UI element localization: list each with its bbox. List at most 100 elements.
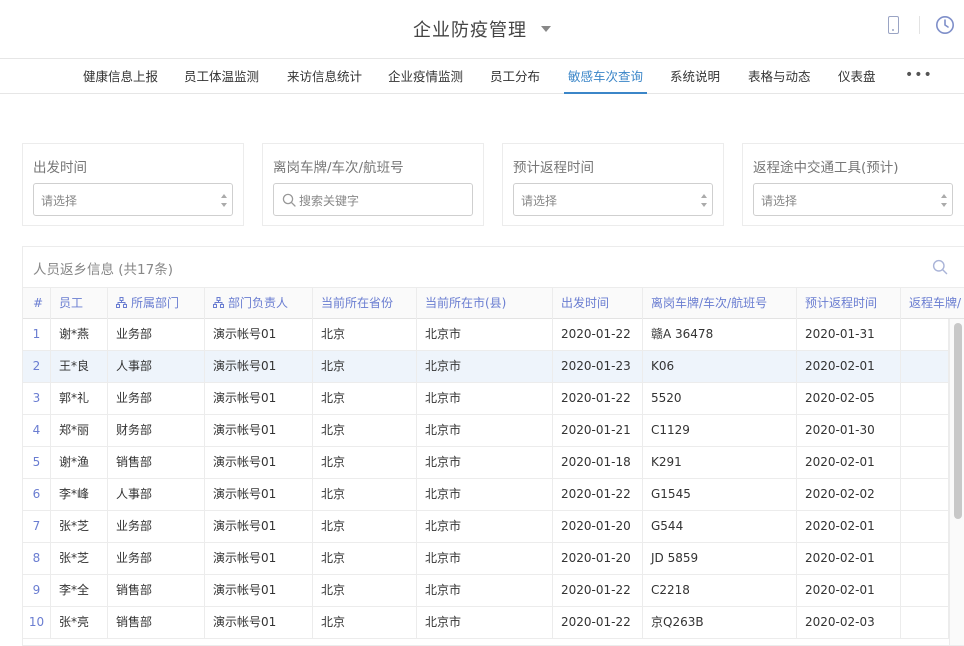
tab-visitors[interactable]: 来访信息统计 [287, 60, 362, 94]
cell-index: 4 [23, 415, 51, 446]
cell-department: 财务部 [108, 415, 205, 446]
column-header-label: 部门负责人 [228, 296, 289, 310]
select-placeholder: 请选择 [41, 194, 78, 208]
departure-time-select[interactable]: 请选择 [33, 183, 233, 216]
tab-dashboard[interactable]: 仪表盘 [838, 60, 876, 94]
cell-city: 北京市 [417, 575, 553, 606]
select-arrows-icon [941, 194, 948, 207]
cell-manager: 演示帐号01 [205, 383, 313, 414]
cell-city: 北京市 [417, 511, 553, 542]
cell-departure-time: 2020-01-20 [553, 511, 643, 542]
cell-manager: 演示帐号01 [205, 511, 313, 542]
cell-province: 北京 [313, 319, 417, 350]
table-row[interactable]: 9 李*全 销售部 演示帐号01 北京 北京市 2020-01-22 C2218 2020-02… [23, 575, 949, 607]
filter-return-time: 预计返程时间 请选择 [502, 143, 724, 226]
cell-employee: 郭*礼 [51, 383, 108, 414]
clock-icon[interactable] [935, 15, 955, 35]
cell-employee: 郑*丽 [51, 415, 108, 446]
cell-province: 北京 [313, 511, 417, 542]
table-row[interactable]: 3 郭*礼 业务部 演示帐号01 北京 北京市 2020-01-22 5520 2020-02-… [23, 383, 949, 415]
table-row[interactable]: 2 王*良 人事部 演示帐号01 北京 北京市 2020-01-23 K06 2020-02-0… [23, 351, 949, 383]
column-header-return-vehicle[interactable]: 返程车牌/ [901, 288, 964, 319]
cell-return-time: 2020-01-31 [797, 319, 901, 350]
cell-department: 业务部 [108, 383, 205, 414]
select-arrows-icon [701, 194, 708, 207]
column-header-index[interactable]: # [23, 288, 51, 319]
table-row[interactable]: 5 谢*渔 销售部 演示帐号01 北京 北京市 2020-01-18 K291 2020-02-… [23, 447, 949, 479]
cell-departure-time: 2020-01-23 [553, 351, 643, 382]
cell-departure-time: 2020-01-22 [553, 479, 643, 510]
tab-distribution[interactable]: 员工分布 [490, 60, 540, 94]
cell-return-time: 2020-02-01 [797, 543, 901, 574]
scrollbar-thumb[interactable] [954, 323, 962, 519]
cell-manager: 演示帐号01 [205, 607, 313, 638]
table-row[interactable]: 10 张*亮 销售部 演示帐号01 北京 北京市 2020-01-22 京Q263B 2020-… [23, 607, 949, 639]
cell-return-time: 2020-02-05 [797, 383, 901, 414]
cell-trip-number: C1129 [643, 415, 797, 446]
return-time-select[interactable]: 请选择 [513, 183, 713, 216]
cell-employee: 李*全 [51, 575, 108, 606]
tab-tables-dynamics[interactable]: 表格与动态 [748, 60, 811, 94]
search-placeholder: 搜索关键字 [299, 194, 360, 208]
cell-province: 北京 [313, 543, 417, 574]
filter-departure-time: 出发时间 请选择 [22, 143, 244, 226]
app-title: 企业防疫管理 [413, 20, 527, 41]
table-row[interactable]: 7 张*芝 业务部 演示帐号01 北京 北京市 2020-01-20 G544 2020-02-… [23, 511, 949, 543]
app-title-switcher[interactable]: 企业防疫管理 [0, 16, 964, 42]
cell-city: 北京市 [417, 447, 553, 478]
tab-health-report[interactable]: 健康信息上报 [83, 60, 158, 94]
cell-trip-number: K291 [643, 447, 797, 478]
cell-index: 3 [23, 383, 51, 414]
cell-return-vehicle [901, 351, 949, 382]
more-tabs-button[interactable]: ••• [905, 60, 933, 94]
trip-number-search-input[interactable]: 搜索关键字 [273, 183, 473, 216]
org-chart-icon [213, 297, 224, 308]
cell-index: 7 [23, 511, 51, 542]
table-row[interactable]: 4 郑*丽 财务部 演示帐号01 北京 北京市 2020-01-21 C1129 2020-01… [23, 415, 949, 447]
tab-system-info[interactable]: 系统说明 [670, 60, 720, 94]
cell-return-time: 2020-02-01 [797, 575, 901, 606]
tab-temperature[interactable]: 员工体温监测 [184, 60, 259, 94]
cell-city: 北京市 [417, 415, 553, 446]
return-transport-select[interactable]: 请选择 [753, 183, 953, 216]
column-header-city[interactable]: 当前所在市(县) [417, 288, 553, 319]
filter-return-transport: 返程途中交通工具(预计) 请选择 [742, 143, 964, 226]
column-header-label: 所属部门 [131, 296, 180, 310]
cell-departure-time: 2020-01-22 [553, 575, 643, 606]
cell-trip-number: 赣A 36478 [643, 319, 797, 350]
cell-department: 人事部 [108, 479, 205, 510]
cell-province: 北京 [313, 351, 417, 382]
select-placeholder: 请选择 [761, 194, 798, 208]
chevron-down-icon[interactable] [541, 26, 551, 32]
table-row[interactable]: 6 李*峰 人事部 演示帐号01 北京 北京市 2020-01-22 G1545 2020-02… [23, 479, 949, 511]
column-header-departure-time[interactable]: 出发时间 [553, 288, 643, 319]
cell-return-vehicle [901, 575, 949, 606]
cell-index: 5 [23, 447, 51, 478]
table-scrollbar[interactable] [949, 319, 964, 645]
column-header-manager[interactable]: 部门负责人 [205, 288, 313, 319]
returnee-table-panel: 人员返乡信息 (共17条) # 员工 所属部门 部门负责人 当前所在省份 当前所… [22, 246, 964, 646]
column-header-return-time[interactable]: 预计返程时间 [797, 288, 901, 319]
tab-epidemic[interactable]: 企业疫情监测 [388, 60, 463, 94]
cell-employee: 谢*燕 [51, 319, 108, 350]
cell-return-vehicle [901, 415, 949, 446]
table-title: 人员返乡信息 (共17条) [33, 262, 174, 278]
mobile-phone-icon[interactable] [888, 16, 899, 34]
cell-index: 2 [23, 351, 51, 382]
cell-employee: 张*亮 [51, 607, 108, 638]
header-divider [919, 16, 920, 34]
column-header-trip-number[interactable]: 离岗车牌/车次/航班号 [643, 288, 797, 319]
cell-return-vehicle [901, 383, 949, 414]
cell-department: 业务部 [108, 319, 205, 350]
table-row[interactable]: 8 张*芝 业务部 演示帐号01 北京 北京市 2020-01-20 JD 5859 2020-… [23, 543, 949, 575]
column-header-province[interactable]: 当前所在省份 [313, 288, 417, 319]
search-icon[interactable] [932, 259, 948, 275]
table-row[interactable]: 1 谢*燕 业务部 演示帐号01 北京 北京市 2020-01-22 赣A 36478 2020… [23, 319, 949, 351]
column-header-employee[interactable]: 员工 [51, 288, 108, 319]
filter-label: 返程途中交通工具(预计) [753, 160, 899, 176]
cell-departure-time: 2020-01-21 [553, 415, 643, 446]
cell-manager: 演示帐号01 [205, 319, 313, 350]
tab-sensitive-trips[interactable]: 敏感车次查询 [563, 60, 648, 94]
column-header-department[interactable]: 所属部门 [108, 288, 205, 319]
cell-employee: 王*良 [51, 351, 108, 382]
